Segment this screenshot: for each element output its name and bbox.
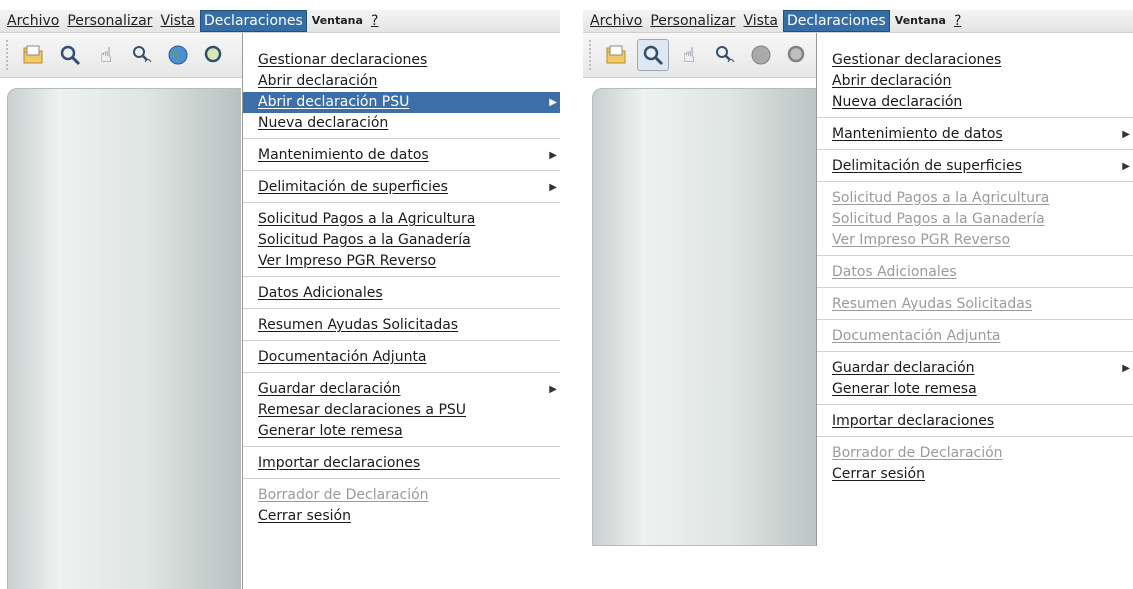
menu-archivo[interactable]: Archivo — [587, 11, 645, 31]
menu-item-nueva[interactable]: Nueva declaración — [243, 113, 560, 134]
menu-vista[interactable]: Vista — [157, 11, 198, 31]
zoom-hand-icon[interactable] — [126, 39, 158, 71]
menu-item-guardar[interactable]: Guardar declaración ▶ — [243, 379, 560, 400]
separator — [243, 478, 560, 479]
menu-item-abrir-psu[interactable]: Abrir declaración PSU ▶ — [243, 92, 560, 113]
separator — [817, 319, 1133, 320]
side-panel — [592, 88, 826, 546]
submenu-arrow-icon: ▶ — [1122, 161, 1130, 172]
separator — [817, 287, 1133, 288]
menu-item-generar-lote[interactable]: Generar lote remesa — [243, 421, 560, 442]
separator — [817, 117, 1133, 118]
menu-bar: Archivo Personalizar Vista Declaraciones… — [583, 10, 1133, 33]
separator — [243, 308, 560, 309]
menu-vista[interactable]: Vista — [740, 11, 781, 31]
menu-item-resumen-ayudas[interactable]: Resumen Ayudas Solicitadas — [243, 315, 560, 336]
menu-item-cerrar-sesion[interactable]: Cerrar sesión — [817, 464, 1133, 485]
menu-item-importar[interactable]: Importar declaraciones — [817, 411, 1133, 432]
menu-item-documentacion: Documentación Adjunta — [832, 328, 1001, 344]
menu-item-delimitacion[interactable]: Delimitación de superficies ▶ — [243, 177, 560, 198]
menu-help[interactable]: ? — [951, 11, 964, 31]
separator — [817, 149, 1133, 150]
pan-hand-icon[interactable]: ☝ — [673, 39, 705, 71]
menu-item-generar-lote[interactable]: Generar lote remesa — [817, 379, 1133, 400]
menu-item-remesar[interactable]: Remesar declaraciones a PSU — [243, 400, 560, 421]
menu-declaraciones[interactable]: Declaraciones — [782, 10, 890, 32]
menu-item-mantenimiento[interactable]: Mantenimiento de datos ▶ — [243, 145, 560, 166]
menu-personalizar[interactable]: Personalizar — [64, 11, 155, 31]
menu-bar: Archivo Personalizar Vista Declaraciones… — [0, 10, 560, 33]
menu-help[interactable]: ? — [368, 11, 381, 31]
menu-personalizar[interactable]: Personalizar — [647, 11, 738, 31]
open-folder-icon[interactable] — [18, 39, 50, 71]
menu-item-mantenimiento[interactable]: Mantenimiento de datos ▶ — [817, 124, 1133, 145]
globe-icon — [745, 39, 777, 71]
menu-item-guardar[interactable]: Guardar declaración ▶ — [817, 358, 1133, 379]
separator — [817, 255, 1133, 256]
zoom-icon[interactable] — [54, 39, 86, 71]
menu-item-solicitud-ganaderia[interactable]: Solicitud Pagos a la Ganadería — [243, 230, 560, 251]
menu-item-datos-adicionales[interactable]: Datos Adicionales — [243, 283, 560, 304]
submenu-arrow-icon: ▶ — [549, 384, 557, 395]
zoom-icon[interactable] — [637, 39, 669, 71]
separator — [817, 181, 1133, 182]
declaraciones-dropdown: Gestionar declaraciones Abrir declaració… — [816, 33, 1133, 546]
separator — [243, 276, 560, 277]
separator — [243, 340, 560, 341]
search-globe-icon[interactable] — [198, 39, 230, 71]
zoom-hand-icon[interactable] — [709, 39, 741, 71]
side-panel — [7, 88, 241, 589]
menu-item-datos-adicionales: Datos Adicionales — [832, 264, 957, 280]
separator — [243, 446, 560, 447]
search-globe-icon — [781, 39, 813, 71]
menu-item-borrador: Borrador de Declaración — [832, 445, 1003, 461]
menu-item-solicitud-agricultura: Solicitud Pagos a la Agricultura — [832, 190, 1050, 206]
menu-item-delimitacion[interactable]: Delimitación de superficies ▶ — [817, 156, 1133, 177]
menu-item-borrador: Borrador de Declaración — [258, 487, 429, 503]
menu-item-solicitud-ganaderia: Solicitud Pagos a la Ganadería — [832, 211, 1045, 227]
submenu-arrow-icon: ▶ — [549, 182, 557, 193]
submenu-arrow-icon: ▶ — [1122, 129, 1130, 140]
separator — [243, 202, 560, 203]
menu-item-importar[interactable]: Importar declaraciones — [243, 453, 560, 474]
submenu-arrow-icon: ▶ — [549, 150, 557, 161]
menu-item-ver-impreso[interactable]: Ver Impreso PGR Reverso — [243, 251, 560, 272]
menu-item-resumen-ayudas: Resumen Ayudas Solicitadas — [832, 296, 1033, 312]
open-folder-icon[interactable] — [601, 39, 633, 71]
left-window: Archivo Personalizar Vista Declaraciones… — [0, 0, 560, 589]
menu-item-abrir[interactable]: Abrir declaración — [243, 71, 560, 92]
toolbar-grip[interactable] — [6, 40, 12, 70]
menu-item-cerrar-sesion[interactable]: Cerrar sesión — [243, 506, 560, 527]
menu-item-solicitud-agricultura[interactable]: Solicitud Pagos a la Agricultura — [243, 209, 560, 230]
separator — [817, 436, 1133, 437]
separator — [243, 372, 560, 373]
menu-item-ver-impreso: Ver Impreso PGR Reverso — [832, 232, 1011, 248]
menu-item-abrir[interactable]: Abrir declaración — [817, 71, 1133, 92]
separator — [817, 351, 1133, 352]
right-window: Archivo Personalizar Vista Declaraciones… — [583, 0, 1133, 546]
separator — [817, 404, 1133, 405]
menu-ventana[interactable]: Ventana — [309, 11, 366, 31]
menu-archivo[interactable]: Archivo — [4, 11, 62, 31]
menu-item-documentacion[interactable]: Documentación Adjunta — [243, 347, 560, 368]
submenu-arrow-icon: ▶ — [549, 97, 557, 108]
menu-declaraciones[interactable]: Declaraciones — [199, 10, 307, 32]
menu-item-gestionar[interactable]: Gestionar declaraciones — [243, 50, 560, 71]
pan-hand-icon[interactable]: ☝ — [90, 39, 122, 71]
menu-item-nueva[interactable]: Nueva declaración — [817, 92, 1133, 113]
toolbar-grip[interactable] — [589, 40, 595, 70]
submenu-arrow-icon: ▶ — [1122, 363, 1130, 374]
separator — [243, 138, 560, 139]
globe-icon[interactable] — [162, 39, 194, 71]
menu-item-gestionar[interactable]: Gestionar declaraciones — [817, 50, 1133, 71]
separator — [243, 170, 560, 171]
menu-ventana[interactable]: Ventana — [892, 11, 949, 31]
declaraciones-dropdown: Gestionar declaraciones Abrir declaració… — [242, 33, 560, 589]
